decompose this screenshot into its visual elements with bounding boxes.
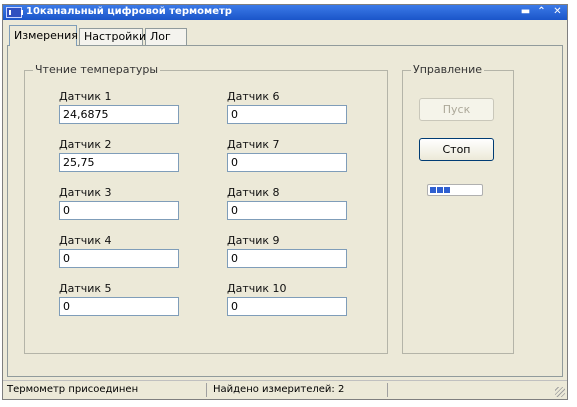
status-divider [387,383,388,397]
sensor-4-field[interactable]: 0 [59,249,179,268]
sensor-1-label: Датчик 1 [59,90,112,103]
sensor-2-field[interactable]: 25,75 [59,153,179,172]
sensor-6-label: Датчик 6 [227,90,280,103]
title-bar[interactable]: 10канальный цифровой термометр ▬ ⌃ ✕ [3,5,567,20]
screen: { "window": { "title": "10канальный цифр… [0,0,577,407]
window-title: 10канальный цифровой термометр [26,6,232,17]
status-found: Найдено измерителей: 2 [213,384,345,395]
sensor-3-label: Датчик 3 [59,186,112,199]
measurements-panel: Чтение температуры Датчик 1 24,6875 Датч… [7,45,563,377]
start-button[interactable]: Пуск [419,98,494,121]
sensor-9-field[interactable]: 0 [227,249,347,268]
app-window: 10канальный цифровой термометр ▬ ⌃ ✕ Изм… [2,4,568,400]
maximize-icon[interactable]: ⌃ [535,6,548,18]
sensor-8-label: Датчик 8 [227,186,280,199]
sensor-1-field[interactable]: 24,6875 [59,105,179,124]
temperature-group: Чтение температуры Датчик 1 24,6875 Датч… [24,63,388,354]
sensor-4-label: Датчик 4 [59,234,112,247]
sensor-6-field[interactable]: 0 [227,105,347,124]
sensor-2-label: Датчик 2 [59,138,112,151]
control-group: Управление Пуск Стоп [402,63,514,354]
progress-block-2 [437,187,443,193]
progress-block-3 [444,187,450,193]
app-icon [6,7,23,18]
temperature-group-title: Чтение температуры [33,63,161,76]
resize-grip[interactable] [555,387,565,397]
tab-measurements[interactable]: Измерения [9,25,78,46]
sensor-5-label: Датчик 5 [59,282,112,295]
status-divider [206,383,207,397]
tab-log[interactable]: Лог [145,28,187,45]
sensor-8-field[interactable]: 0 [227,201,347,220]
status-bar: Термометр присоединен Найдено измерителе… [3,380,567,399]
sensor-10-field[interactable]: 0 [227,297,347,316]
progress-block-1 [430,187,436,193]
status-connection: Термометр присоединен [7,384,139,395]
sensor-7-field[interactable]: 0 [227,153,347,172]
stop-button[interactable]: Стоп [419,138,494,161]
background-strip [568,0,577,407]
sensor-10-label: Датчик 10 [227,282,287,295]
progress-bar [427,184,483,196]
tab-settings[interactable]: Настройки [79,28,146,45]
sensor-5-field[interactable]: 0 [59,297,179,316]
sensor-9-label: Датчик 9 [227,234,280,247]
sensor-7-label: Датчик 7 [227,138,280,151]
control-group-title: Управление [411,63,485,76]
minimize-icon[interactable]: ▬ [519,6,532,18]
sensor-3-field[interactable]: 0 [59,201,179,220]
close-icon[interactable]: ✕ [551,6,564,18]
